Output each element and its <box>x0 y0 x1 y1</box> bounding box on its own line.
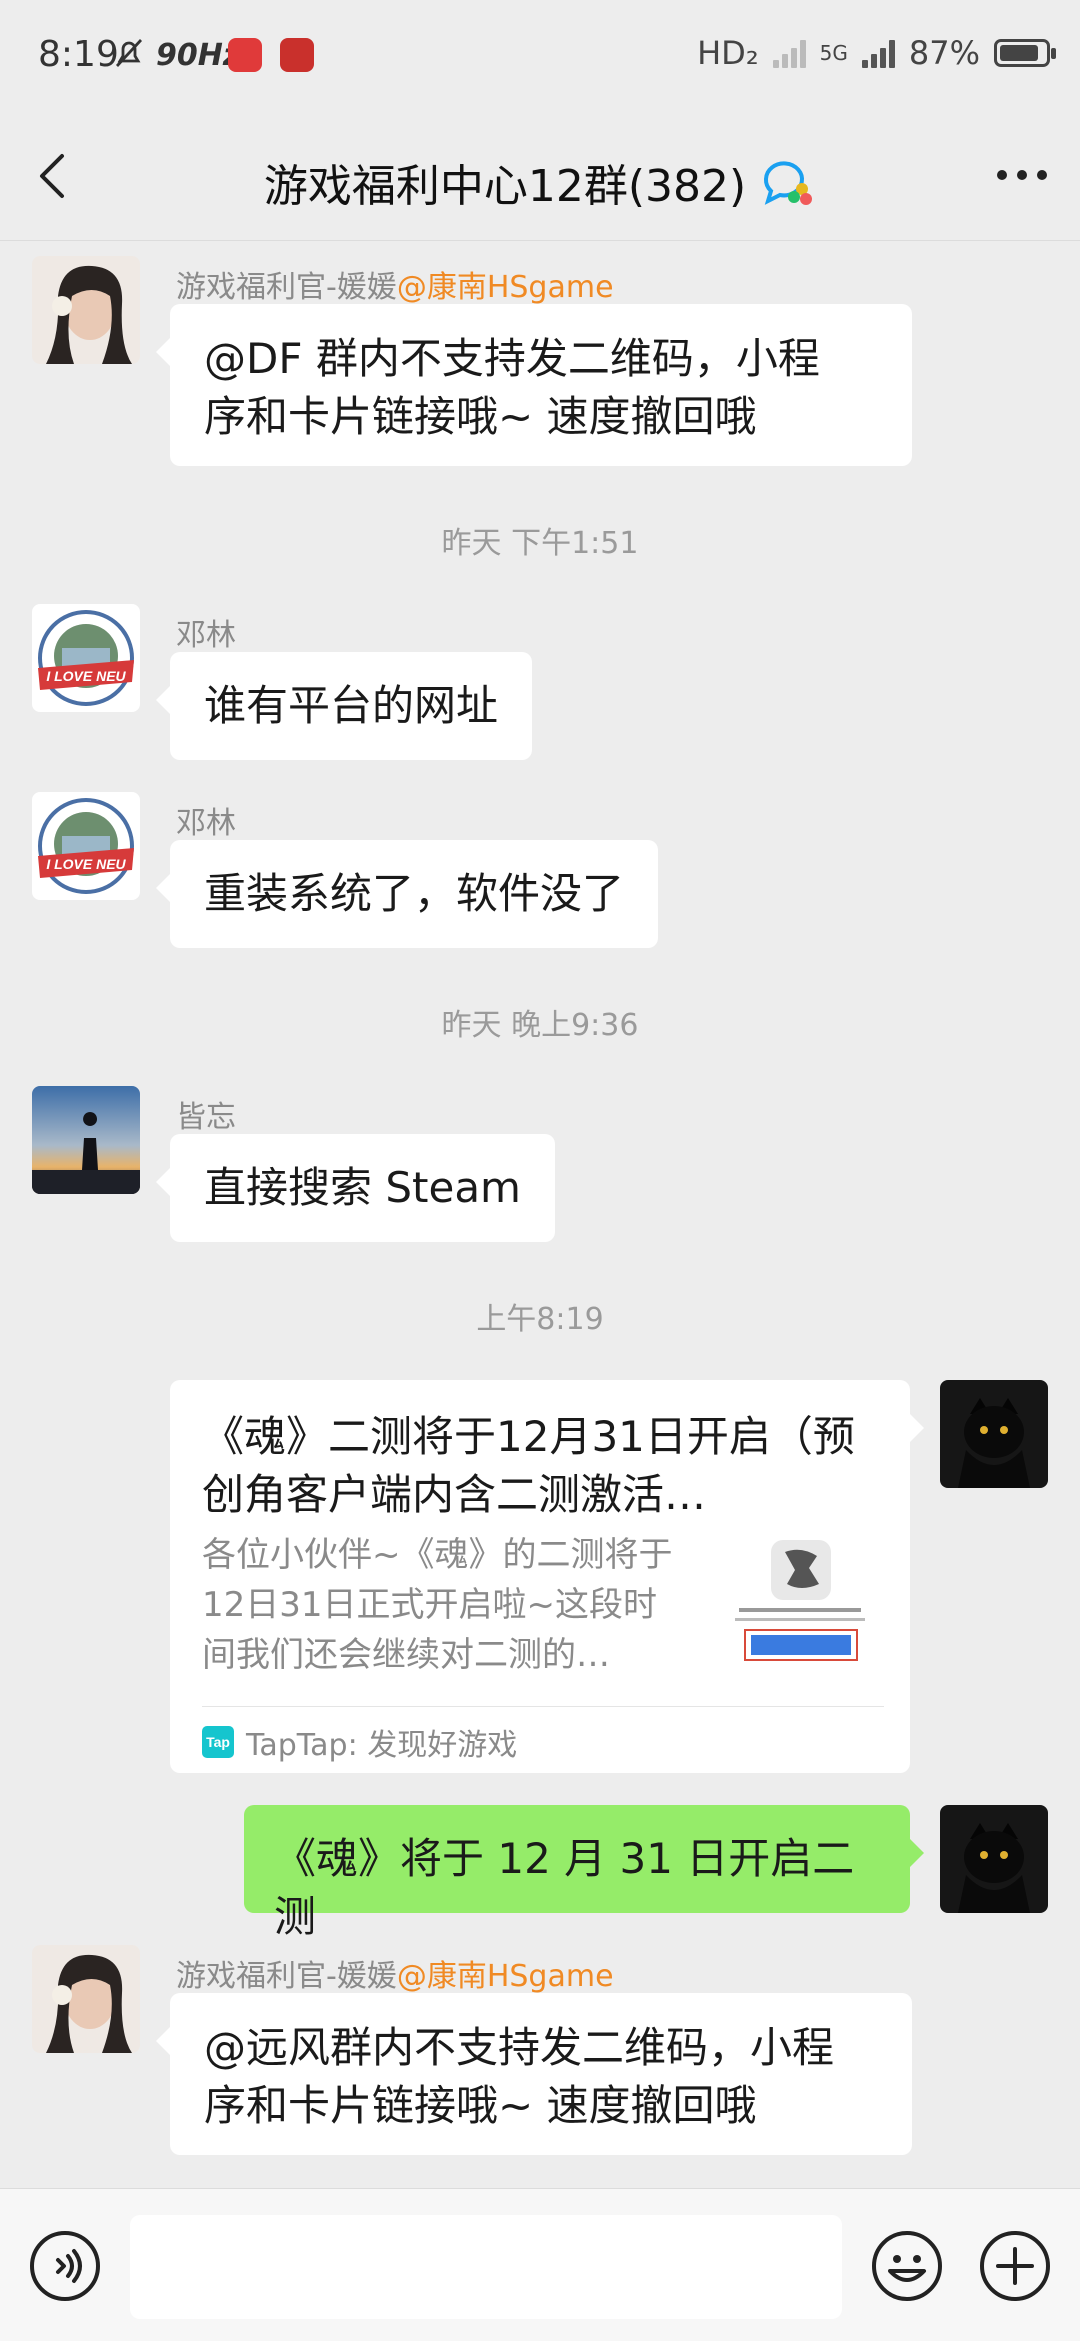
card-thumbnail-image <box>735 1538 865 1668</box>
chat-title: 游戏福利中心12群(382) <box>263 161 747 212</box>
chat-title-container: 游戏福利中心12群(382) <box>0 150 1080 214</box>
battery-percent: 87% <box>908 34 980 72</box>
hd-indicator: HD₂ <box>697 34 759 72</box>
timestamp: 昨天 晚上9:36 <box>441 1008 639 1043</box>
signal-1-icon <box>772 38 806 68</box>
card-source-label: TapTap: 发现好游戏 <box>246 1728 518 1763</box>
sender-name: 邓林 <box>176 806 236 841</box>
sender-label: 游戏福利官-媛媛 <box>176 1959 397 1994</box>
group-chat-icon <box>764 161 813 205</box>
sender-name: 邓林 <box>176 618 236 653</box>
avatar[interactable] <box>32 1945 140 2053</box>
input-bar <box>0 2188 1080 2341</box>
status-time: 8:19 <box>38 34 119 75</box>
sender-name: 皆忘 <box>176 1100 236 1135</box>
mute-bell-icon <box>115 39 143 67</box>
signal-2-icon <box>861 38 895 68</box>
message-line: @远风群内不支持发二维码，小程 <box>204 2023 835 2072</box>
taptap-icon: Tap <box>202 1726 234 1758</box>
more-dots-icon[interactable] <box>994 160 1050 190</box>
message-bubble[interactable]: @DF 群内不支持发二维码，小程 序和卡片链接哦~ 速度撤回哦 <box>156 304 912 466</box>
sender-name: 游戏福利官-媛媛@康南HSgame <box>176 1951 614 1995</box>
voice-icon[interactable] <box>28 2229 102 2303</box>
emoji-icon[interactable] <box>870 2229 944 2303</box>
message-bubble[interactable]: 直接搜索 Steam <box>156 1134 555 1242</box>
svg-text:I LOVE NEU: I LOVE NEU <box>46 856 126 872</box>
message-line: 序和卡片链接哦~ 速度撤回哦 <box>204 2081 757 2130</box>
avatar[interactable] <box>32 1086 140 1194</box>
sender-name: 游戏福利官-媛媛@康南HSgame <box>176 262 614 306</box>
message-bubble[interactable]: 谁有平台的网址 <box>155 652 533 760</box>
mention-tag[interactable]: @康南HSgame <box>397 270 614 305</box>
chat-header: 游戏福利中心12群(382) <box>0 110 1080 241</box>
svg-text:I LOVE NEU: I LOVE NEU <box>46 668 126 684</box>
link-card[interactable]: 《魂》二测将于12月31日开启（预创角客户端内含二测激活… 各位小伙伴~《魂》的… <box>170 1380 924 1773</box>
message-line: 序和卡片链接哦~ 速度撤回哦 <box>204 392 757 441</box>
timestamp: 上午8:19 <box>476 1302 604 1337</box>
taptap-notification-icon <box>228 38 262 72</box>
timestamp: 昨天 下午1:51 <box>441 526 639 561</box>
game-notification-icon <box>280 38 314 72</box>
card-divider <box>202 1706 884 1707</box>
message-line: @DF 群内不支持发二维码，小程 <box>204 334 820 383</box>
message-input[interactable] <box>130 2215 842 2319</box>
message-bubble[interactable]: 《魂》将于 12 月 31 日开启二测 <box>244 1805 924 1941</box>
avatar[interactable] <box>940 1805 1048 1913</box>
avatar[interactable]: I LOVE NEU <box>32 604 140 712</box>
plus-icon[interactable] <box>978 2229 1052 2303</box>
message-bubble[interactable]: 重装系统了，软件没了 <box>155 840 659 948</box>
card-source: Tap TapTap: 发现好游戏 <box>202 1720 517 1764</box>
status-bar: 8:19 90Hz HD₂ 5G 87% <box>0 0 1080 110</box>
avatar[interactable] <box>940 1380 1048 1488</box>
avatar[interactable] <box>32 256 140 364</box>
sender-label: 游戏福利官-媛媛 <box>176 270 397 305</box>
card-title: 《魂》二测将于12月31日开启（预创角客户端内含二测激活… <box>202 1412 855 1519</box>
card-description: 各位小伙伴~《魂》的二测将于12日31日正式开启啦~这段时间我们还会继续对二测的… <box>202 1535 673 1675</box>
avatar[interactable]: I LOVE NEU <box>32 792 140 900</box>
mention-tag[interactable]: @康南HSgame <box>397 1959 614 1994</box>
message-bubble[interactable]: @远风群内不支持发二维码，小程 序和卡片链接哦~ 速度撤回哦 <box>156 1993 912 2155</box>
battery-icon <box>994 39 1056 67</box>
network-type: 5G <box>819 41 848 65</box>
